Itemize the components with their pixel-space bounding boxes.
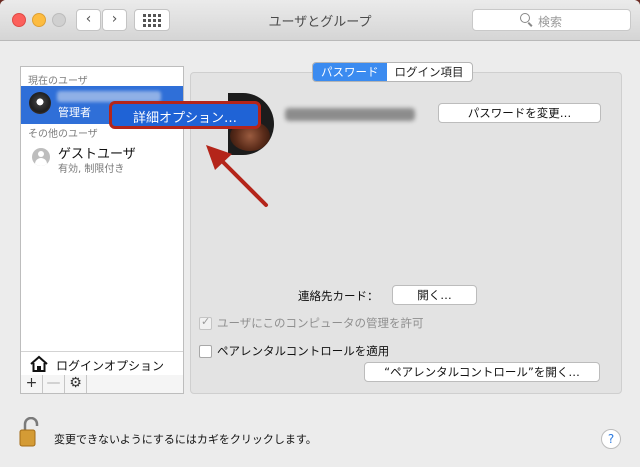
preferences-window: ‹ › ユーザとグループ 検索 現在のユーザ 管理者 その他のユーザ ゲストユー… [0, 0, 640, 467]
annotation-arrow-icon [206, 145, 268, 207]
